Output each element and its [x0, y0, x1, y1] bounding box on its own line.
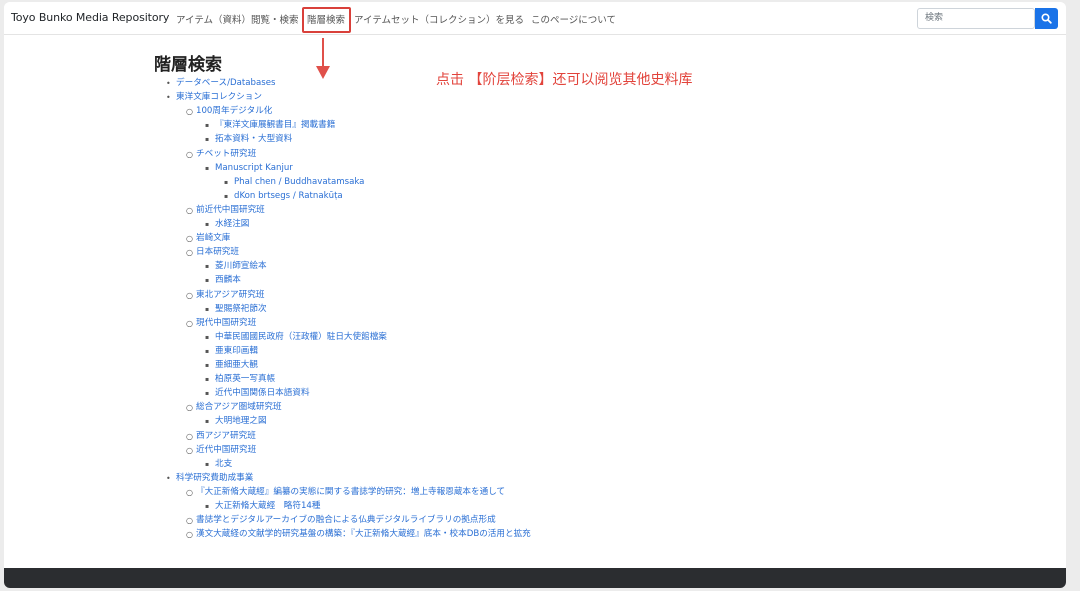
tree-bullet: ▪	[205, 418, 210, 426]
page-title: 階層検索	[154, 55, 222, 75]
tree-bullet: ▪	[205, 305, 210, 313]
tree-item-link[interactable]: データベース/Databases	[176, 78, 276, 89]
tree-item-link[interactable]: 100周年デジタル化	[196, 106, 272, 117]
page-footer	[4, 568, 1066, 588]
tree-bullet: ▪	[224, 192, 229, 200]
tree-bullet: ○	[186, 445, 193, 455]
tree-bullet: ○	[186, 205, 193, 215]
nav-browse-items[interactable]: アイテム（資料）閲覧・検索	[176, 12, 299, 26]
search-input[interactable]: 検索	[917, 8, 1035, 29]
tree-item-link[interactable]: 東洋文庫コレクション	[176, 92, 262, 103]
tree-item-link[interactable]: 漢文大蔵経の文献学的研究基盤の構築：『大正新脩大蔵經』底本・校本DBの活用と拡充	[196, 529, 531, 540]
tree-bullet: ▪	[205, 503, 210, 510]
tree-item-link[interactable]: 東北アジア研究班	[196, 290, 264, 301]
tree-bullet: ▪	[205, 136, 210, 144]
search-icon	[1041, 13, 1052, 24]
tree-bullet: ○	[186, 248, 193, 258]
tree-bullet: ▪	[224, 178, 229, 186]
nav-about-page[interactable]: このページについて	[531, 12, 616, 26]
tree-item-link[interactable]: 近代中国研究班	[196, 445, 256, 456]
tree-item-link[interactable]: 総合アジア圏域研究班	[196, 402, 282, 413]
annotation-arrow	[316, 38, 330, 79]
tree-bullet: ○	[186, 431, 193, 441]
tree-item-link[interactable]: 柏原英一写真帳	[215, 374, 275, 385]
tree-item-link[interactable]: dKon brtsegs / Ratnakūṭa	[234, 191, 343, 202]
tree-bullet: ○	[186, 234, 193, 244]
tree-bullet: ▪	[205, 221, 210, 228]
tree-item-link[interactable]: 日本研究班	[196, 247, 239, 258]
tree-item-link[interactable]: 水経注図	[215, 219, 249, 230]
tree-item-link[interactable]: 書誌学とデジタルアーカイブの融合による仏典デジタルライブラリの拠点形成	[196, 515, 496, 526]
tree-item-link[interactable]: 聖賜祭祀節次	[215, 304, 267, 315]
tree-bullet: •	[166, 473, 171, 483]
tree-bullet: ○	[186, 149, 193, 159]
tree-item-link[interactable]: 菱川師宣絵本	[215, 261, 267, 272]
search-button[interactable]	[1035, 8, 1058, 29]
tree-bullet: •	[166, 93, 171, 103]
tree-item-link[interactable]: 中華民國國民政府（汪政權）駐日大使館檔案	[215, 332, 387, 343]
tree-item-link[interactable]: 大正新脩大蔵經 略符14種	[215, 501, 320, 512]
tree-bullet: ▪	[205, 164, 210, 172]
tree-bullet: ○	[186, 516, 193, 526]
tree-item-link[interactable]: 科学研究費助成事業	[176, 473, 253, 484]
tree-item-link[interactable]: 大明地理之図	[215, 416, 267, 427]
tree-bullet: ○	[186, 403, 193, 413]
tree-item-link[interactable]: 西アジア研究班	[196, 431, 256, 442]
tree-item-link[interactable]: Phal chen / Buddhavatamsaka	[234, 177, 364, 188]
highlight-box	[302, 7, 351, 33]
tree-bullet: ▪	[205, 277, 210, 285]
tree-item-link[interactable]: 西麟本	[215, 275, 241, 286]
tree-bullet: ▪	[205, 362, 210, 369]
tree-item-link[interactable]: Manuscript Kanjur	[215, 163, 293, 174]
browser-page: Toyo Bunko Media Repository アイテム（資料）閲覧・検…	[4, 2, 1066, 588]
tree-item-link[interactable]: 『大正新脩大蔵經』編纂の実態に関する書誌学的研究：増上寺報恩蔵本を通して	[196, 487, 505, 498]
tree-item-link[interactable]: 『東洋文庫展観書目』掲載書籍	[215, 120, 335, 131]
tree-bullet: ▪	[205, 460, 210, 468]
tree-item-link[interactable]: 亜細亜大観	[215, 360, 258, 371]
tree-bullet: ○	[186, 530, 193, 540]
tree-item-link[interactable]: 前近代中国研究班	[196, 205, 265, 216]
tree-bullet: ○	[186, 290, 193, 300]
tree-item-link[interactable]: 亜東印画輯	[215, 346, 258, 357]
tree-bullet: ▪	[205, 347, 210, 355]
tree-bullet: ▪	[205, 263, 210, 271]
tree-bullet: •	[166, 79, 171, 88]
tree-bullet: ▪	[205, 333, 210, 341]
tree-item-link[interactable]: 現代中国研究班	[196, 318, 256, 329]
tree-bullet: ▪	[205, 390, 210, 398]
tree-item-link[interactable]: 拓本資料・大型資料	[215, 134, 292, 145]
tree-item-link[interactable]: 岩崎文庫	[196, 233, 230, 244]
tree-item-link[interactable]: チベット研究班	[196, 149, 256, 160]
tree-bullet: ▪	[205, 122, 210, 130]
tree-bullet: ○	[186, 318, 193, 328]
tree-bullet: ○	[186, 107, 193, 117]
top-navbar: Toyo Bunko Media Repository アイテム（資料）閲覧・検…	[4, 2, 1066, 35]
tree-bullet: ○	[186, 487, 193, 497]
tree-bullet: ▪	[205, 376, 210, 384]
tree-item-link[interactable]: 北支	[215, 459, 232, 470]
annotation-text: 点击 【阶层检索】还可以阅览其他史料库	[436, 72, 693, 88]
tree-item-link[interactable]: 近代中国関係日本語資料	[215, 388, 310, 399]
nav-item-sets[interactable]: アイテムセット（コレクション）を見る	[354, 12, 524, 26]
brand-link[interactable]: Toyo Bunko Media Repository	[11, 11, 169, 24]
